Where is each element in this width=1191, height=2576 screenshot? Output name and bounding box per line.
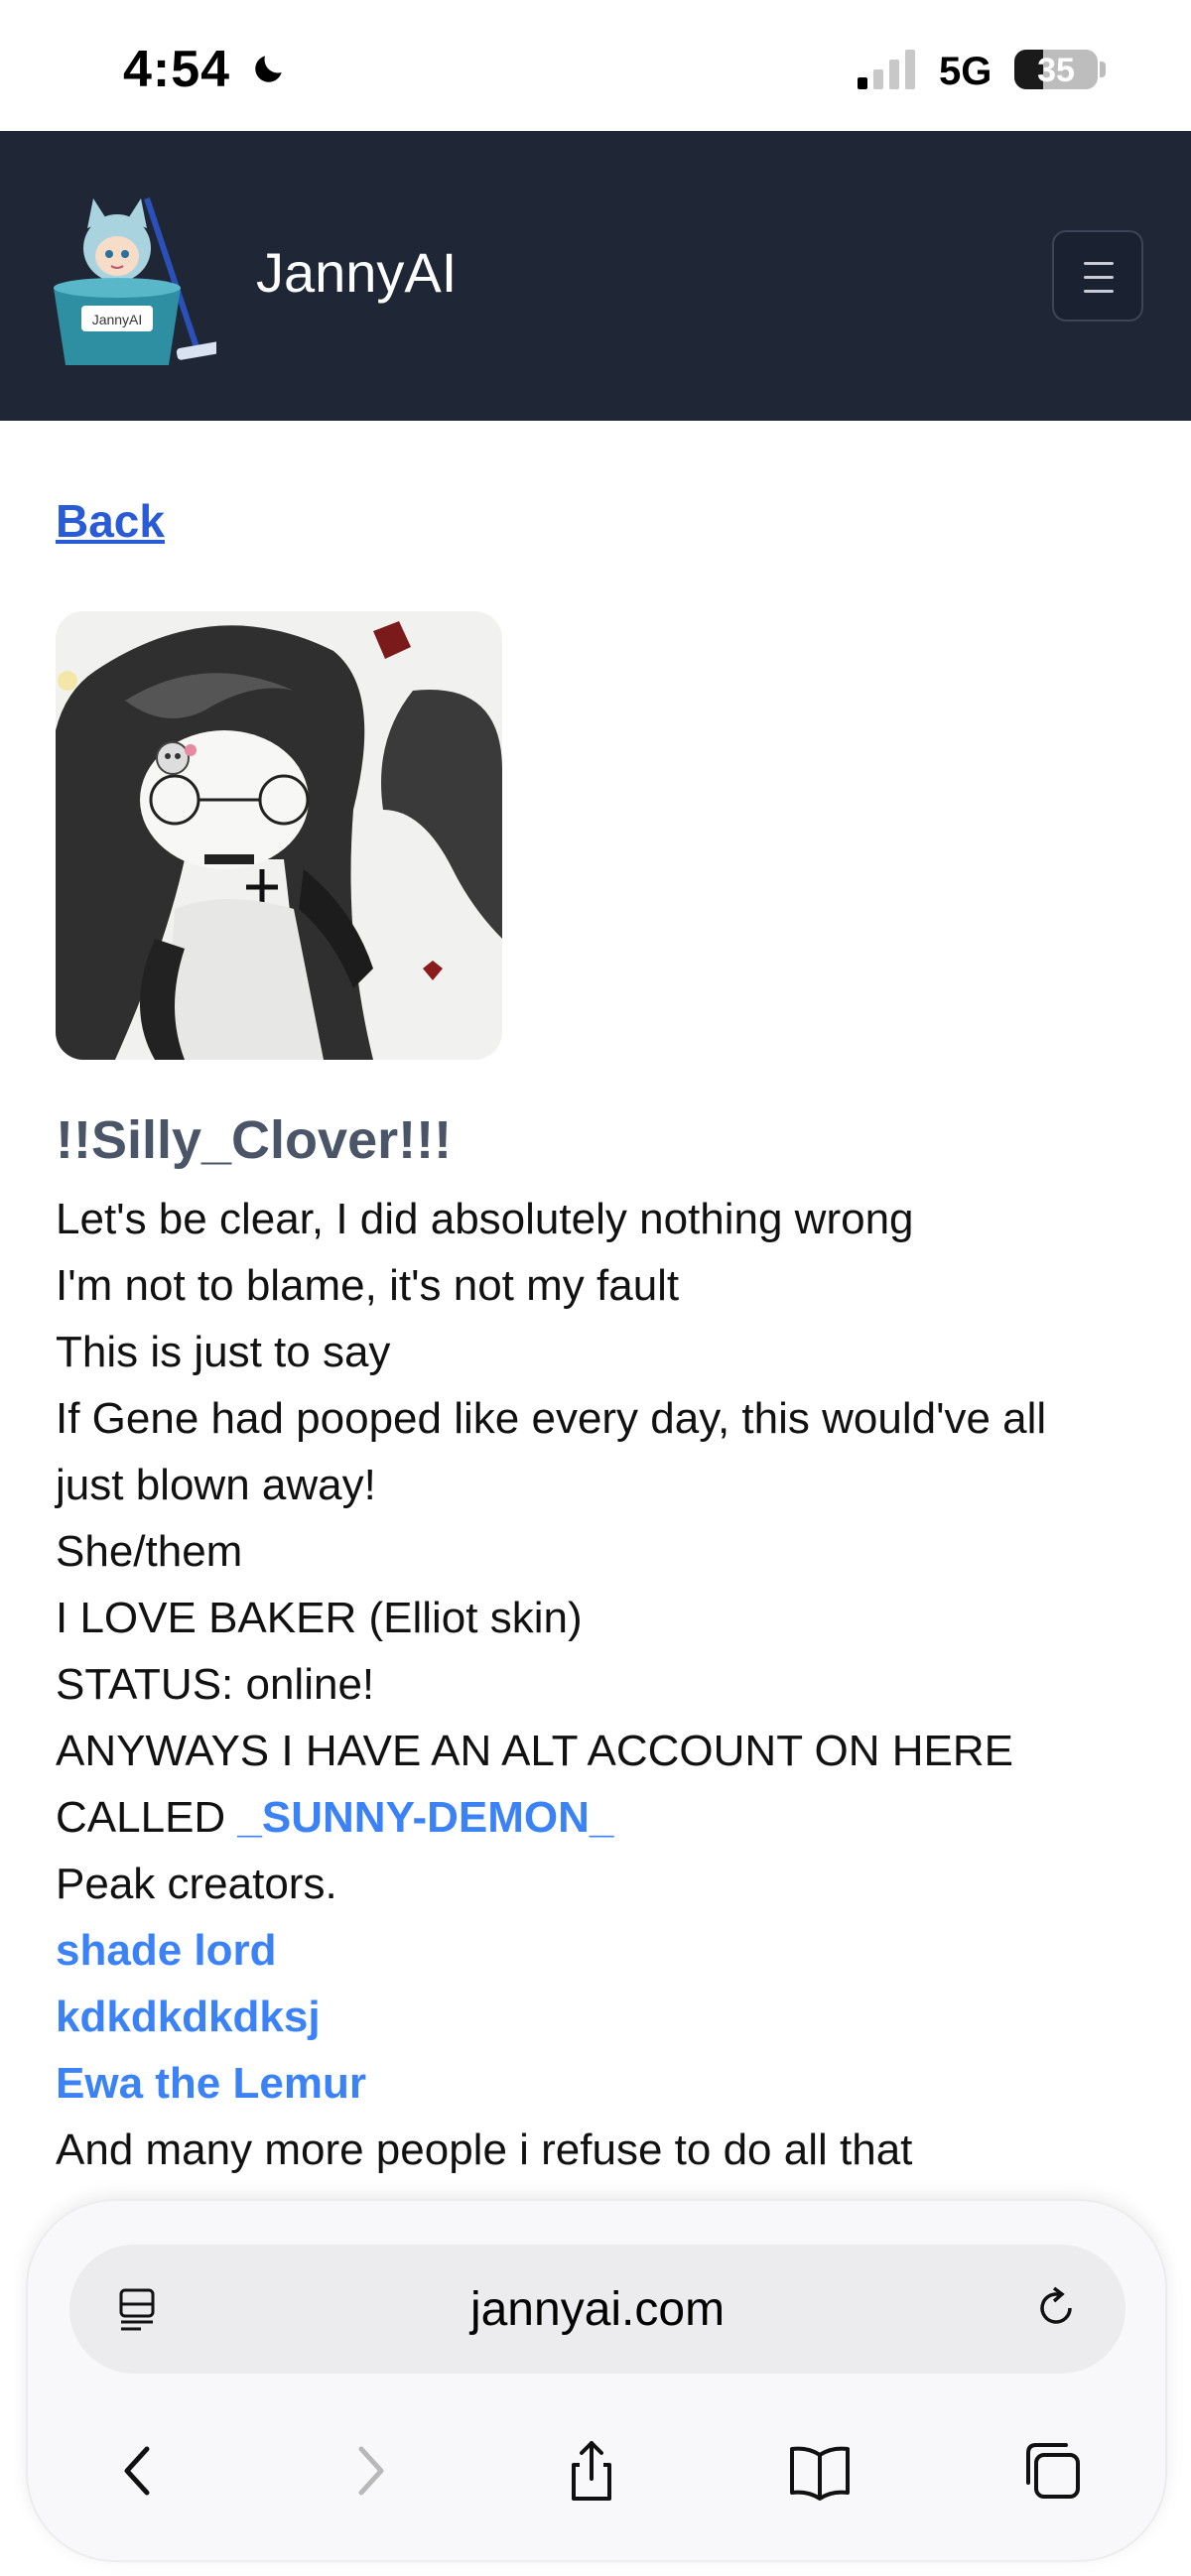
description-line: She/them [56, 1527, 243, 1576]
jannyai-logo[interactable]: JannyAI [48, 189, 216, 367]
reload-icon[interactable] [1030, 2282, 1082, 2334]
network-type: 5G [939, 50, 992, 93]
called-prefix: CALLED [56, 1793, 238, 1842]
character-image [56, 611, 502, 1060]
closing-line: And many more people i refuse to do all … [56, 2125, 913, 2174]
battery-icon: 35 [1014, 50, 1098, 89]
character-avatar [56, 611, 502, 1060]
creator-link-ewa-the-lemur[interactable]: Ewa the Lemur [56, 2050, 1137, 2117]
creator-link-shade-lord[interactable]: shade lord [56, 1917, 1137, 1984]
logo-text: JannyAI [92, 312, 143, 327]
hamburger-menu-button[interactable] [1052, 230, 1143, 322]
bookmarks-icon[interactable] [784, 2435, 856, 2507]
description-line-called: CALLED _SUNNY-DEMON_ [56, 1784, 1137, 1851]
url-text[interactable]: jannyai.com [69, 2282, 1125, 2337]
peak-creators-line: Peak creators. [56, 1860, 337, 1908]
hamburger-icon-bottom [1084, 290, 1114, 293]
site-header: JannyAI JannyAI [0, 131, 1191, 421]
back-icon[interactable] [101, 2435, 173, 2507]
hamburger-icon [1084, 262, 1114, 265]
description-line: I LOVE BAKER (Elliot skin) [56, 1594, 583, 1642]
character-name: !!Silly_Clover!!! [56, 1110, 453, 1170]
description-line: If Gene had pooped like every day, this … [56, 1394, 1047, 1443]
navigation-row [28, 2399, 1169, 2538]
status-time: 4:54 [123, 41, 231, 98]
description-line: Let's be clear, I did absolutely nothing… [56, 1195, 914, 1243]
description-line: STATUS: online! [56, 1660, 375, 1709]
back-link[interactable]: Back [56, 494, 165, 548]
battery-tip [1100, 62, 1106, 77]
description-line: ANYWAYS I HAVE AN ALT ACCOUNT ON HERE [56, 1727, 1013, 1775]
alt-account-link[interactable]: _SUNNY-DEMON_ [237, 1793, 613, 1842]
creator-link-kdkdkdkdksj[interactable]: kdkdkdkdksj [56, 1984, 1137, 2050]
battery-percent: 35 [1037, 52, 1075, 89]
tabs-icon[interactable] [1016, 2435, 1088, 2507]
share-icon[interactable] [556, 2435, 627, 2507]
address-bar[interactable]: jannyai.com [69, 2245, 1125, 2374]
forward-icon[interactable] [335, 2435, 407, 2507]
hamburger-icon-mid [1084, 276, 1114, 279]
site-name[interactable]: JannyAI [256, 240, 457, 305]
description-line: I'm not to blame, it's not my fault [56, 1261, 680, 1310]
character-description: Let's be clear, I did absolutely nothing… [56, 1186, 1137, 2183]
signal-icon [858, 50, 915, 89]
moon-icon [255, 56, 282, 82]
description-line: just blown away! [56, 1461, 376, 1509]
browser-toolbar: jannyai.com [26, 2199, 1167, 2562]
description-line: This is just to say [56, 1328, 391, 1376]
status-bar: 4:54 5G 35 [0, 0, 1191, 131]
